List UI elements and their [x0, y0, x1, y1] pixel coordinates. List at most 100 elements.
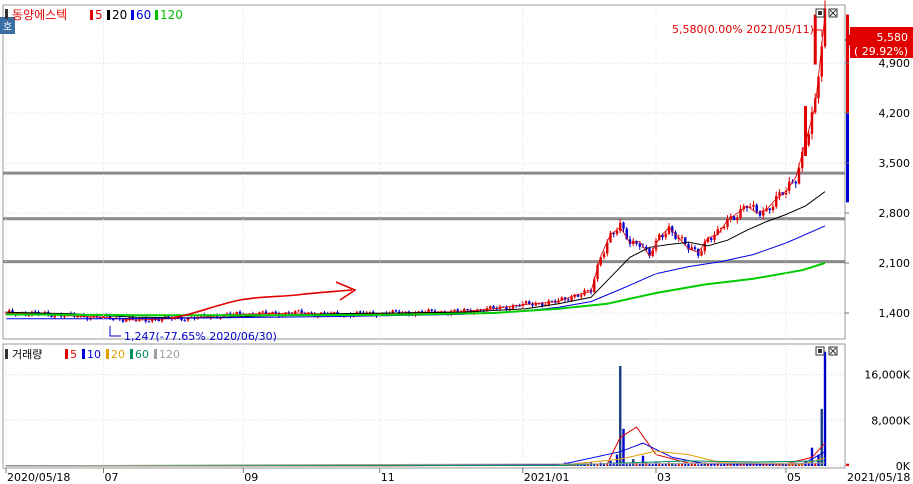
candle[interactable]: [807, 133, 810, 146]
candle[interactable]: [638, 243, 641, 247]
current-price-value: 5,580: [877, 31, 909, 44]
x-tick-label: 07: [105, 471, 119, 484]
volume-bar[interactable]: [823, 351, 827, 466]
candle[interactable]: [359, 311, 362, 313]
legend-swatch: [65, 349, 68, 359]
legend-item[interactable]: 20: [111, 348, 125, 361]
volume-bar[interactable]: [635, 462, 638, 466]
candle[interactable]: [112, 319, 115, 321]
candle[interactable]: [710, 238, 713, 240]
candle[interactable]: [157, 319, 160, 322]
legend-item[interactable]: 120: [160, 8, 183, 22]
candle[interactable]: [524, 301, 528, 304]
volume-bar[interactable]: [742, 464, 745, 466]
x-tick-label: 2021/01: [524, 471, 570, 484]
volume-panel-close-icon[interactable]: [828, 346, 838, 356]
volume-bar[interactable]: [664, 463, 667, 466]
price-panel-restore-icon[interactable]: [815, 8, 825, 18]
legend-marker: [5, 9, 8, 19]
legend-item[interactable]: 20: [112, 8, 127, 22]
volume-bar[interactable]: [674, 464, 677, 466]
candle[interactable]: [723, 226, 726, 229]
stock-chart[interactable]: 1,4002,1002,8003,5004,2004,900 0K8,000K1…: [0, 0, 913, 484]
volume-bar[interactable]: [697, 464, 700, 466]
legend-swatch: [106, 349, 109, 359]
candle[interactable]: [238, 311, 242, 314]
x-tick-label: 2021/05/18: [847, 471, 910, 484]
volume-bar[interactable]: [606, 464, 609, 466]
candle[interactable]: [394, 310, 398, 312]
volume-bar[interactable]: [651, 464, 654, 466]
legend-item[interactable]: 60: [135, 348, 149, 361]
low-price-annotation: 1,247(-77.65% 2020/06/30): [124, 330, 277, 343]
volume-bar[interactable]: [668, 462, 670, 466]
candle[interactable]: [235, 311, 238, 314]
x-tick-label: 2020/05/18: [7, 471, 70, 484]
legend-item[interactable]: 5: [70, 348, 77, 361]
candle[interactable]: [680, 237, 684, 239]
candle[interactable]: [541, 303, 544, 306]
candle[interactable]: [567, 299, 570, 301]
candle[interactable]: [700, 251, 703, 256]
candle[interactable]: [492, 306, 495, 309]
price-y-axis: 1,400 2,100 2,800 3,500 4,200 4,900: [845, 57, 910, 320]
candle[interactable]: [580, 295, 583, 297]
legend-swatch: [130, 349, 133, 359]
volume-bar[interactable]: [629, 464, 631, 466]
candle[interactable]: [368, 311, 372, 313]
volume-panel-title: 거래량: [12, 348, 42, 361]
candle[interactable]: [615, 230, 619, 234]
candle[interactable]: [813, 14, 817, 65]
candle[interactable]: [121, 319, 125, 322]
candle[interactable]: [619, 222, 622, 231]
candle[interactable]: [570, 296, 573, 301]
volume-bar[interactable]: [687, 463, 690, 466]
volume-y-axis: 0K8,000K16,000K: [864, 369, 910, 473]
candle[interactable]: [453, 309, 456, 312]
candle[interactable]: [775, 195, 778, 207]
candle[interactable]: [736, 217, 739, 220]
legend-item[interactable]: 5: [95, 8, 103, 22]
candle[interactable]: [664, 233, 667, 238]
legend-item[interactable]: 60: [136, 8, 151, 22]
volume-tick-label: 8,000K: [871, 414, 910, 427]
volume-bar[interactable]: [615, 454, 619, 466]
candle[interactable]: [804, 105, 807, 156]
candle[interactable]: [63, 316, 66, 318]
candle[interactable]: [261, 311, 264, 313]
candle[interactable]: [693, 247, 697, 249]
x-tick-label: 09: [244, 471, 258, 484]
candle[interactable]: [183, 320, 186, 322]
legend-item[interactable]: 120: [159, 348, 180, 361]
candle[interactable]: [732, 216, 736, 220]
candle[interactable]: [466, 309, 469, 311]
candle[interactable]: [752, 204, 755, 207]
candle[interactable]: [755, 204, 758, 212]
x-tick-label: 03: [657, 471, 671, 484]
corner-tab-label: 호: [3, 21, 12, 33]
candle[interactable]: [550, 300, 554, 302]
candle[interactable]: [771, 206, 775, 211]
candle[interactable]: [768, 208, 771, 211]
volume-bar[interactable]: [820, 408, 823, 466]
price-panel-close-icon[interactable]: [828, 8, 838, 18]
volume-bar[interactable]: [814, 463, 817, 466]
candle[interactable]: [333, 311, 336, 313]
candle[interactable]: [147, 321, 151, 323]
candle[interactable]: [602, 253, 606, 258]
candle[interactable]: [489, 306, 492, 309]
candle[interactable]: [8, 310, 11, 312]
volume-bar[interactable]: [720, 464, 722, 466]
candle[interactable]: [297, 310, 300, 312]
candle[interactable]: [586, 290, 589, 292]
volume-bar[interactable]: [641, 455, 645, 466]
candle[interactable]: [794, 181, 797, 184]
volume-panel-frame: [2, 343, 846, 469]
candle[interactable]: [762, 211, 765, 216]
volume-panel-restore-icon[interactable]: [815, 346, 825, 356]
candle[interactable]: [622, 222, 625, 229]
volume-bar[interactable]: [645, 462, 648, 466]
current-change-value: ( 29.92%): [854, 45, 908, 58]
candle[interactable]: [430, 309, 433, 311]
legend-item[interactable]: 10: [87, 348, 101, 361]
